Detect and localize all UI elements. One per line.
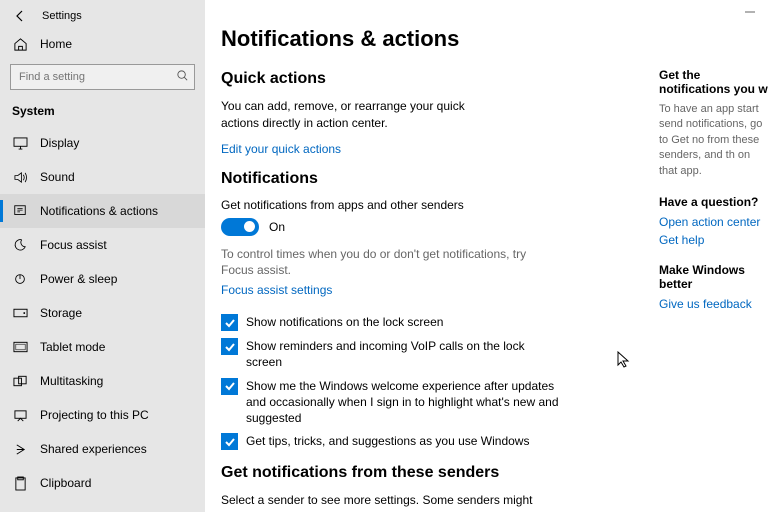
search-input[interactable]: [10, 64, 195, 90]
sidebar: Settings Home System Display Sound Notif…: [0, 0, 205, 512]
checkbox-voip[interactable]: Show reminders and incoming VoIP calls o…: [221, 338, 561, 370]
multitasking-icon: [12, 373, 28, 389]
notifications-heading: Notifications: [221, 170, 631, 188]
check-icon: [221, 378, 238, 395]
storage-icon: [12, 305, 28, 321]
notifications-toggle[interactable]: [221, 218, 259, 236]
nav-label: Power & sleep: [40, 272, 117, 286]
checkbox-label: Show me the Windows welcome experience a…: [246, 378, 561, 427]
nav-label: Sound: [40, 170, 75, 184]
nav-label: Display: [40, 136, 79, 150]
check-icon: [221, 314, 238, 331]
checkbox-label: Show notifications on the lock screen: [246, 314, 443, 330]
notifications-icon: [12, 203, 28, 219]
category-header: System: [0, 100, 205, 126]
sound-icon: [12, 169, 28, 185]
nav-label: Multitasking: [40, 374, 103, 388]
projecting-icon: [12, 407, 28, 423]
moon-icon: [12, 237, 28, 253]
toggle-label: On: [269, 220, 285, 234]
nav-tablet[interactable]: Tablet mode: [0, 330, 205, 364]
shared-icon: [12, 441, 28, 457]
home-label: Home: [40, 37, 72, 51]
tablet-icon: [12, 339, 28, 355]
nav-remote[interactable]: Remote Desktop: [0, 500, 205, 512]
clipboard-icon: [12, 475, 28, 491]
power-icon: [12, 271, 28, 287]
feedback-heading: Make Windows better: [659, 263, 768, 291]
check-icon: [221, 338, 238, 355]
home-button[interactable]: Home: [0, 30, 205, 58]
checkbox-welcome[interactable]: Show me the Windows welcome experience a…: [221, 378, 561, 427]
nav-shared[interactable]: Shared experiences: [0, 432, 205, 466]
nav-clipboard[interactable]: Clipboard: [0, 466, 205, 500]
notifications-sub: Get notifications from apps and other se…: [221, 198, 631, 212]
related-desc: To have an app start send notifications,…: [659, 102, 768, 179]
nav-label: Shared experiences: [40, 442, 147, 456]
back-button[interactable]: [12, 8, 28, 24]
nav-display[interactable]: Display: [0, 126, 205, 160]
question-heading: Have a question?: [659, 195, 768, 209]
focus-assist-desc: To control times when you do or don't ge…: [221, 246, 531, 280]
search-icon: [176, 69, 189, 85]
related-heading: Get the notifications you w: [659, 68, 768, 96]
right-pane: Get the notifications you w To have an a…: [631, 26, 768, 512]
checkbox-label: Show reminders and incoming VoIP calls o…: [246, 338, 561, 370]
nav-label: Tablet mode: [40, 340, 105, 354]
check-icon: [221, 433, 238, 450]
page-title: Notifications & actions: [221, 26, 631, 52]
display-icon: [12, 135, 28, 151]
nav-label: Projecting to this PC: [40, 408, 149, 422]
quick-actions-desc: You can add, remove, or rearrange your q…: [221, 98, 501, 132]
senders-heading: Get notifications from these senders: [221, 464, 631, 482]
feedback-link[interactable]: Give us feedback: [659, 297, 768, 311]
main-content: Notifications & actions Quick actions Yo…: [221, 26, 631, 512]
checkbox-lockscreen[interactable]: Show notifications on the lock screen: [221, 314, 561, 331]
quick-actions-heading: Quick actions: [221, 70, 631, 88]
window-title: Settings: [42, 10, 82, 22]
nav-storage[interactable]: Storage: [0, 296, 205, 330]
nav-label: Clipboard: [40, 476, 91, 490]
nav-focus-assist[interactable]: Focus assist: [0, 228, 205, 262]
nav-sound[interactable]: Sound: [0, 160, 205, 194]
get-help-link[interactable]: Get help: [659, 233, 768, 247]
nav-multitasking[interactable]: Multitasking: [0, 364, 205, 398]
open-action-center-link[interactable]: Open action center: [659, 215, 768, 229]
checkbox-tips[interactable]: Get tips, tricks, and suggestions as you…: [221, 433, 561, 450]
home-icon: [12, 36, 28, 52]
edit-quick-actions-link[interactable]: Edit your quick actions: [221, 142, 341, 156]
nav-label: Notifications & actions: [40, 204, 158, 218]
checkbox-label: Get tips, tricks, and suggestions as you…: [246, 433, 529, 449]
nav-projecting[interactable]: Projecting to this PC: [0, 398, 205, 432]
nav-label: Focus assist: [40, 238, 107, 252]
senders-desc: Select a sender to see more settings. So…: [221, 492, 551, 512]
minimize-button[interactable]: [744, 6, 756, 21]
focus-assist-link[interactable]: Focus assist settings: [221, 283, 332, 297]
nav-power[interactable]: Power & sleep: [0, 262, 205, 296]
nav-notifications[interactable]: Notifications & actions: [0, 194, 205, 228]
nav-label: Storage: [40, 306, 82, 320]
